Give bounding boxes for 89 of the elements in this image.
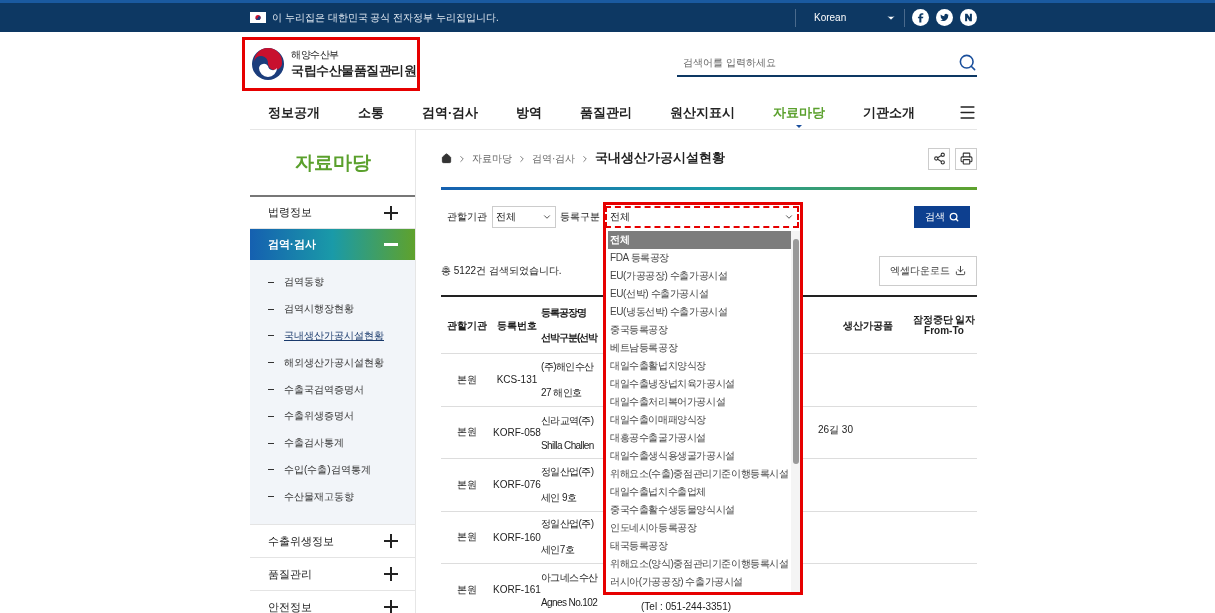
chevron-icon bbox=[457, 153, 467, 164]
page-title: 국내생산가공시설현황 bbox=[595, 150, 726, 167]
sidebar-section[interactable]: 안전정보 bbox=[250, 590, 415, 613]
table-cell: 신라교역(주) bbox=[541, 413, 594, 428]
nav-menu-item[interactable]: 검역·검사 bbox=[422, 95, 479, 129]
breadcrumb-link[interactable]: 검역·검사 bbox=[532, 151, 576, 166]
print-button[interactable] bbox=[955, 147, 977, 170]
chevron-icon bbox=[517, 153, 527, 164]
table-cell: 본원 bbox=[457, 425, 477, 440]
caret-icon bbox=[542, 212, 552, 222]
scrollbar[interactable] bbox=[791, 231, 800, 592]
submenu-item[interactable]: 수출검사통계 bbox=[250, 429, 415, 457]
nav-menu-item[interactable]: 정보공개 bbox=[268, 95, 320, 129]
table-cell: KORF-160 bbox=[493, 531, 541, 543]
caret-icon bbox=[784, 212, 794, 222]
table-cell: 정일산업(주) bbox=[541, 517, 594, 532]
flag-icon bbox=[250, 12, 266, 23]
sidebar-section[interactable]: 검역·검사 bbox=[250, 228, 415, 260]
table-cell: 27 해인호 bbox=[541, 385, 582, 400]
submenu-item[interactable]: 검역동향 bbox=[250, 269, 415, 296]
column-header: From-To bbox=[924, 325, 964, 336]
table-cell: 본원 bbox=[457, 530, 477, 545]
table-cell: 본원 bbox=[457, 582, 477, 597]
emblem-icon bbox=[251, 46, 285, 81]
language-selector[interactable]: Korean bbox=[795, 8, 905, 27]
table-cell: (주)해인수산 bbox=[541, 359, 594, 374]
agency-logo[interactable]: 해양수산부 국립수산물품질관리원 bbox=[251, 46, 416, 81]
registration-type-select[interactable]: 전체 bbox=[605, 206, 799, 228]
column-header: 등록공장명 bbox=[541, 307, 586, 318]
expand-icon bbox=[384, 205, 398, 220]
expand-icon bbox=[384, 534, 398, 549]
table-cell: 26길 30 bbox=[817, 423, 853, 438]
submenu-item[interactable]: 수출위생증명서 bbox=[250, 403, 415, 430]
agency-name: 국립수산물품질관리원 bbox=[291, 61, 416, 80]
filter-label: 관할기관 bbox=[447, 210, 487, 224]
agency-select[interactable]: 전체 bbox=[492, 206, 556, 228]
download-icon bbox=[955, 265, 966, 276]
table-cell: Agnes No.102 bbox=[541, 597, 598, 609]
print-icon bbox=[959, 152, 973, 165]
submenu-item[interactable]: 수입(수출)검역통계 bbox=[250, 456, 415, 484]
table-cell: KORF-161 bbox=[493, 584, 541, 596]
home-icon[interactable] bbox=[441, 153, 452, 164]
ministry-name: 해양수산부 bbox=[291, 47, 340, 62]
nav-menu-item[interactable]: 소통 bbox=[358, 95, 384, 129]
facebook-icon[interactable] bbox=[912, 9, 929, 26]
expand-icon bbox=[384, 567, 398, 582]
table-cell: 정일산업(주) bbox=[541, 464, 594, 479]
excel-download-button[interactable]: 엑셀다운로드 bbox=[879, 255, 977, 286]
search-field[interactable]: 검색어를 입력하세요 bbox=[677, 51, 958, 74]
table-cell: KORF-076 bbox=[493, 479, 541, 491]
table-cell: KCS-131 bbox=[496, 374, 538, 386]
column-header: 관할기관 bbox=[447, 319, 487, 331]
table-cell: 본원 bbox=[457, 477, 477, 492]
table-cell: (Tel : 051-244-3351) bbox=[641, 600, 732, 612]
table-cell: 아그네스수산 bbox=[541, 571, 598, 586]
nav-menu-item[interactable]: 품질관리 bbox=[580, 95, 633, 129]
column-header: 선박구분(선박 bbox=[541, 332, 598, 343]
collapse-icon bbox=[384, 243, 398, 246]
column-header: 잠정중단 일자 bbox=[912, 314, 976, 325]
column-header: 생산가공품 bbox=[843, 319, 893, 331]
table-cell: 세인 9호 bbox=[541, 490, 577, 505]
government-banner-text: 이 누리집은 대한민국 공식 전자정부 누리집입니다. bbox=[272, 10, 500, 25]
filter-label: 등록구분 bbox=[560, 210, 600, 224]
submenu-item[interactable]: 해외생산가공시설현황 bbox=[250, 349, 415, 377]
column-header: 등록번호 bbox=[497, 319, 537, 331]
share-icon bbox=[932, 152, 946, 165]
table-cell: 세인7호 bbox=[541, 543, 575, 558]
submenu-item[interactable]: 수산물재고동향 bbox=[250, 483, 415, 511]
nav-menu-item[interactable]: 기관소개 bbox=[863, 95, 916, 129]
nav-menu-item[interactable]: 방역 bbox=[516, 95, 543, 129]
submenu-item[interactable]: 국내생산가공시설현황 bbox=[250, 322, 415, 350]
dropdown-option[interactable]: 전체 bbox=[608, 231, 791, 249]
expand-icon bbox=[384, 600, 398, 613]
search-icon[interactable] bbox=[958, 53, 977, 72]
menu-icon[interactable] bbox=[958, 103, 977, 122]
search-button[interactable]: 검색 bbox=[914, 206, 970, 228]
table-cell: Shilla Challen bbox=[541, 439, 594, 451]
blog-n-icon[interactable] bbox=[960, 9, 977, 26]
share-button[interactable] bbox=[928, 147, 950, 170]
breadcrumb-link[interactable]: 자료마당 bbox=[472, 151, 512, 166]
submenu-item[interactable]: 수출국검역증명서 bbox=[250, 376, 415, 403]
nav-menu-item[interactable]: 원산지표시 bbox=[670, 95, 736, 129]
twitter-icon[interactable] bbox=[936, 9, 953, 26]
table-cell: 본원 bbox=[457, 372, 477, 387]
submenu-item[interactable]: 검역시행장현황 bbox=[250, 295, 415, 323]
result-count: 총 5122건 검색되었습니다. bbox=[441, 263, 562, 278]
table-cell: KORF-058 bbox=[493, 426, 541, 438]
search-icon bbox=[949, 212, 959, 222]
sidebar-title: 자료마당 bbox=[293, 150, 372, 175]
